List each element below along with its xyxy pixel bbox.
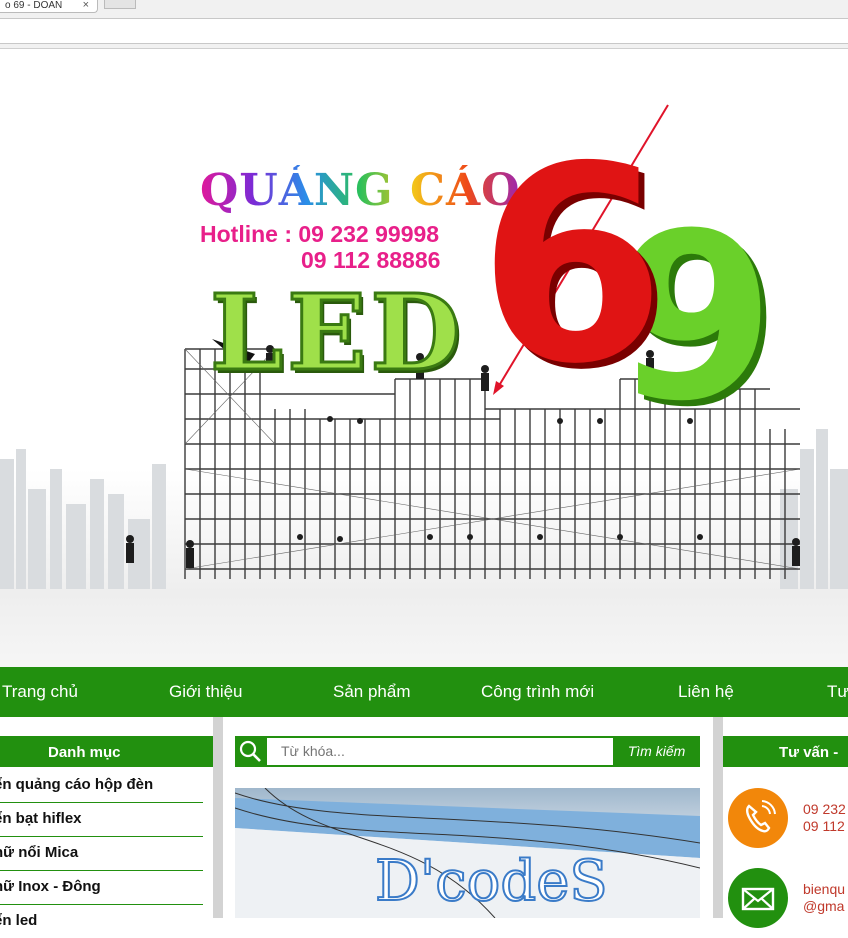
tab-close-icon[interactable]: × bbox=[83, 0, 89, 11]
nav-item-about[interactable]: Giới thiệu bbox=[169, 682, 243, 702]
search-bar: Tìm kiếm bbox=[235, 736, 700, 767]
search-icon[interactable] bbox=[235, 736, 266, 767]
sidebar-item[interactable]: ển led bbox=[0, 905, 203, 938]
svg-text:D'codeS: D'codeS bbox=[375, 849, 608, 914]
nav-item-projects[interactable]: Công trình mới bbox=[481, 682, 594, 702]
hotline-line-1: Hotline : 09 232 99998 bbox=[200, 221, 440, 247]
hotline-line-2: 09 112 88886 bbox=[301, 247, 441, 273]
browser-chrome: o 69 - DOAN × bbox=[0, 0, 848, 49]
brand-led-text: LED bbox=[209, 270, 465, 396]
search-input[interactable] bbox=[267, 738, 613, 765]
phone-icon[interactable] bbox=[728, 788, 788, 848]
consult-phone-1[interactable]: 09 232 bbox=[803, 801, 846, 818]
brand-digit-six: 6 bbox=[478, 108, 666, 423]
sidebar-title: Danh mục bbox=[48, 744, 121, 761]
address-bar[interactable] bbox=[0, 18, 848, 44]
mail-icon[interactable] bbox=[728, 868, 788, 928]
sidebar-item[interactable]: ển bạt hiflex bbox=[0, 803, 203, 837]
product-photo[interactable]: D'codeS bbox=[235, 788, 700, 918]
sidebar-item-label: hữ Inox - Đông bbox=[0, 878, 101, 895]
sidebar-item-label: hữ nổi Mica bbox=[0, 844, 79, 861]
consult-title: Tư vấn - bbox=[779, 744, 839, 761]
column-gutter bbox=[213, 717, 223, 918]
sidebar-item-label: ển bạt hiflex bbox=[0, 810, 82, 827]
sidebar-item[interactable]: ển quảng cáo hộp đèn bbox=[0, 769, 203, 803]
photo-illustration: D'codeS bbox=[235, 788, 700, 918]
sidebar-item-label: ển quảng cáo hộp đèn bbox=[0, 776, 154, 793]
browser-tab[interactable]: o 69 - DOAN × bbox=[0, 0, 98, 13]
brand-top-text: QUẢNG CÁO bbox=[200, 165, 521, 216]
sidebar-header: Danh mục bbox=[0, 736, 213, 767]
nav-item-home[interactable]: Trang chủ bbox=[2, 682, 78, 702]
consult-phone-2[interactable]: 09 112 bbox=[803, 818, 845, 835]
consult-email-2[interactable]: @gma bbox=[803, 898, 844, 915]
main-nav: Trang chủ Giới thiệu Sản phẩm Công trình… bbox=[0, 667, 848, 717]
new-tab-button[interactable] bbox=[104, 0, 136, 9]
sidebar-item-label: ển led bbox=[0, 912, 38, 929]
sidebar-item[interactable]: hữ Inox - Đông bbox=[0, 871, 203, 905]
sidebar-item[interactable]: hữ nổi Mica bbox=[0, 837, 203, 871]
consult-email-1[interactable]: bienqu bbox=[803, 881, 845, 898]
consult-header: Tư vấn - bbox=[723, 736, 848, 767]
tab-title: o 69 - DOAN bbox=[5, 0, 63, 11]
search-button[interactable]: Tìm kiếm bbox=[613, 736, 700, 767]
column-gutter bbox=[713, 717, 723, 918]
header-banner: QUẢNG CÁO Hotline : 09 232 99998 09 112 … bbox=[0, 49, 848, 667]
nav-item-products[interactable]: Sản phẩm bbox=[333, 682, 411, 702]
nav-item-contact[interactable]: Liên hệ bbox=[678, 682, 734, 702]
nav-item-consult[interactable]: Tư bbox=[827, 682, 848, 702]
